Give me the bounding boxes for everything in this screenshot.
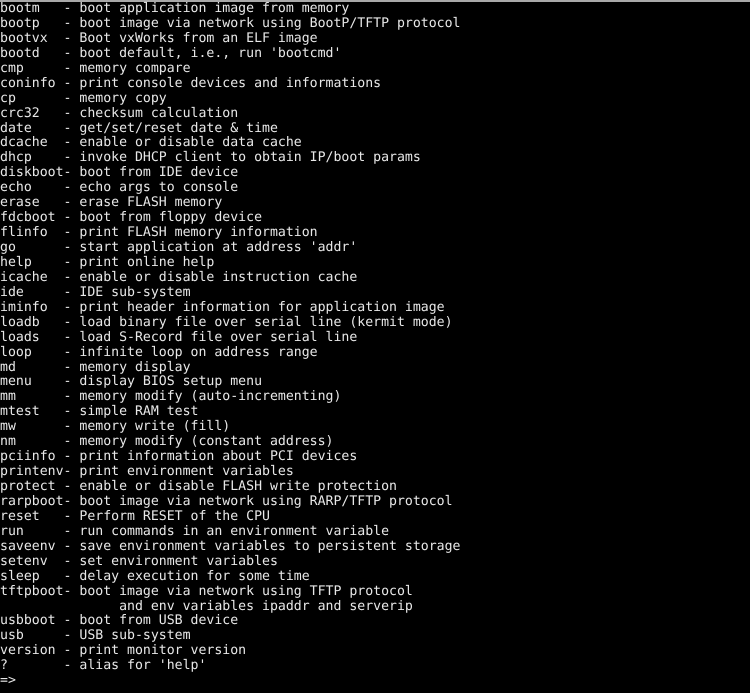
console-line: usb - USB sub-system (0, 628, 191, 644)
console-line: crc32 - checksum calculation (0, 105, 239, 121)
console-line: loop - infinite loop on address range (0, 344, 318, 360)
console-line: help - print online help (0, 254, 215, 270)
console-line: diskboot- boot from IDE device (0, 165, 239, 181)
console-line: nm - memory modify (constant address) (0, 434, 334, 450)
console-line: dcache - enable or disable data cache (0, 135, 302, 151)
console-line: flinfo - print FLASH memory information (0, 225, 318, 241)
console-line: loads - load S-Record file over serial l… (0, 329, 358, 345)
console-line: tftpboot- boot image via network using T… (0, 583, 413, 599)
console-line: saveenv - save environment variables to … (0, 538, 461, 554)
console-line: md - memory display (0, 359, 191, 375)
console-line: protect - enable or disable FLASH write … (0, 479, 397, 494)
console-line: cp - memory copy (0, 90, 167, 106)
console-line: iminfo - print header information for ap… (0, 299, 445, 315)
console-line: pciinfo - print information about PCI de… (0, 449, 358, 465)
console-line: erase - erase FLASH memory (0, 195, 223, 211)
console-output: bootm - boot application image from memo… (0, 1, 750, 689)
console-line: loadb - load binary file over serial lin… (0, 314, 453, 330)
console-line: rarpboot- boot image via network using R… (0, 493, 453, 509)
terminal-screen[interactable]: bootm - boot application image from memo… (0, 1, 750, 693)
console-line: mm - memory modify (auto-incrementing) (0, 389, 342, 405)
console-line: mtest - simple RAM test (0, 404, 199, 420)
console-line: menu - display BIOS setup menu (0, 374, 263, 390)
console-line: usbboot - boot from USB device (0, 613, 239, 629)
console-line: ? - alias for 'help' (0, 658, 207, 674)
console-line: fdcboot - boot from floppy device (0, 210, 263, 226)
console-line: bootp - boot image via network using Boo… (0, 15, 461, 31)
console-line: bootm - boot application image from memo… (0, 1, 350, 16)
console-line: version - print monitor version (0, 643, 247, 659)
console-line: dhcp - invoke DHCP client to obtain IP/b… (0, 150, 421, 166)
console-line: date - get/set/reset date & time (0, 120, 278, 136)
console-line: cmp - memory compare (0, 60, 191, 76)
terminal-window: bootm - boot application image from memo… (0, 0, 750, 693)
console-line: setenv - set environment variables (0, 553, 278, 569)
console-line: sleep - delay execution for some time (0, 568, 310, 584)
console-line: and env variables ipaddr and serverip (0, 598, 413, 614)
console-line: printenv- print environment variables (0, 464, 294, 480)
console-line: icache - enable or disable instruction c… (0, 269, 358, 285)
console-line: bootd - boot default, i.e., run 'bootcmd… (0, 45, 342, 61)
console-line: ide - IDE sub-system (0, 284, 191, 300)
console-line: reset - Perform RESET of the CPU (0, 508, 270, 524)
console-line: bootvx - Boot vxWorks from an ELF image (0, 30, 318, 46)
prompt-symbol: => (0, 673, 16, 689)
command-prompt-line[interactable]: => (0, 673, 750, 689)
console-line: echo - echo args to console (0, 180, 239, 196)
console-line: go - start application at address 'addr' (0, 240, 358, 255)
console-line: coninfo - print console devices and info… (0, 75, 382, 91)
console-line: mw - memory write (fill) (0, 419, 231, 435)
console-line: run - run commands in an environment var… (0, 523, 390, 539)
